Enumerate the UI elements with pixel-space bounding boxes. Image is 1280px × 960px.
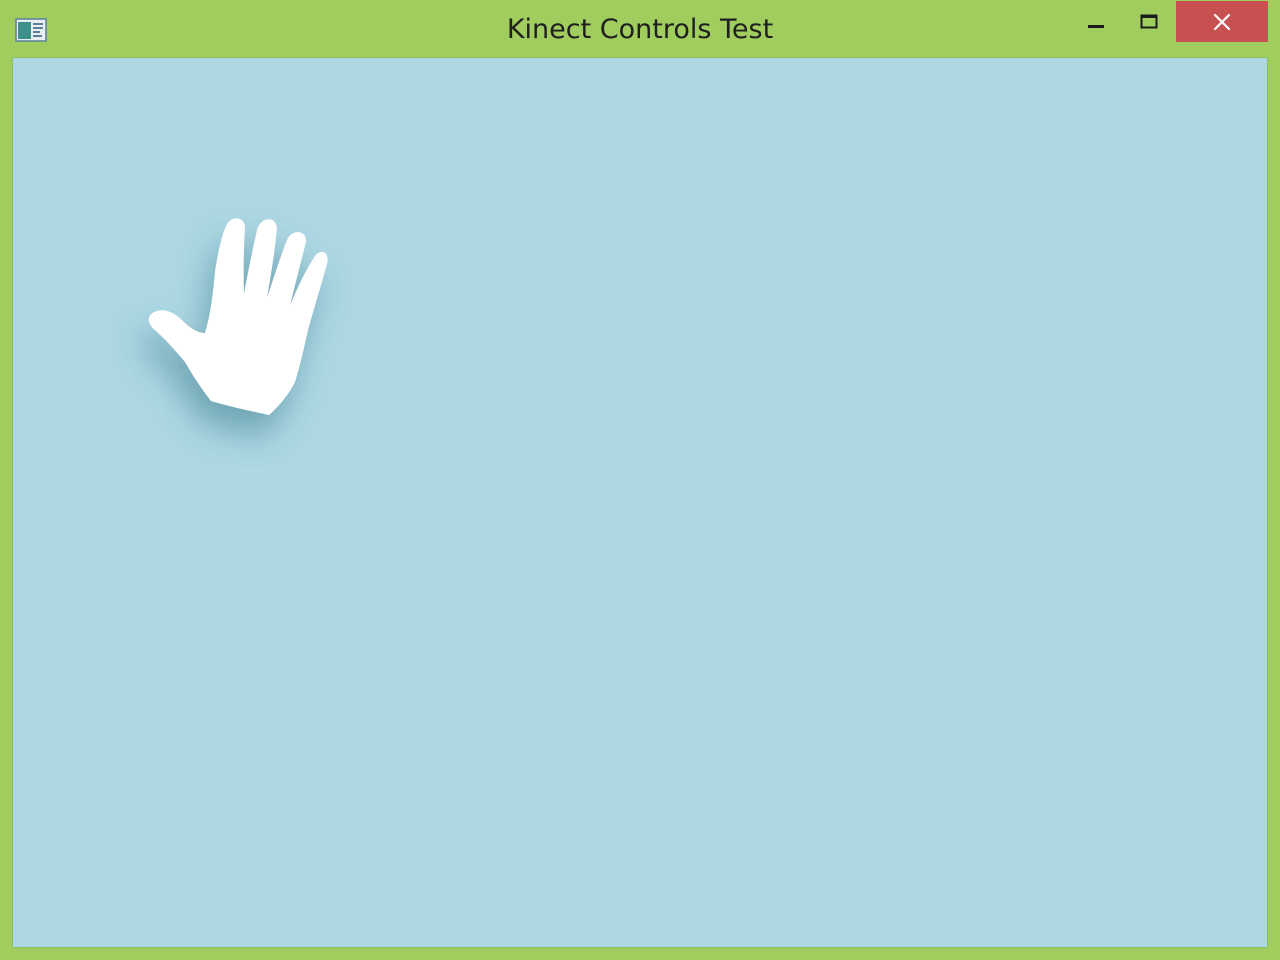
window-app-icon[interactable]	[15, 18, 47, 42]
minimize-button[interactable]	[1070, 1, 1122, 42]
open-hand-icon	[148, 218, 328, 415]
minimize-icon	[1088, 25, 1104, 28]
app-window: Kinect Controls Test	[0, 0, 1280, 960]
close-button[interactable]	[1176, 1, 1268, 42]
maximize-icon	[1140, 14, 1158, 29]
maximize-button[interactable]	[1123, 1, 1175, 42]
title-bar[interactable]: Kinect Controls Test	[0, 0, 1280, 58]
close-icon	[1213, 13, 1231, 31]
kinect-canvas[interactable]	[12, 57, 1268, 948]
